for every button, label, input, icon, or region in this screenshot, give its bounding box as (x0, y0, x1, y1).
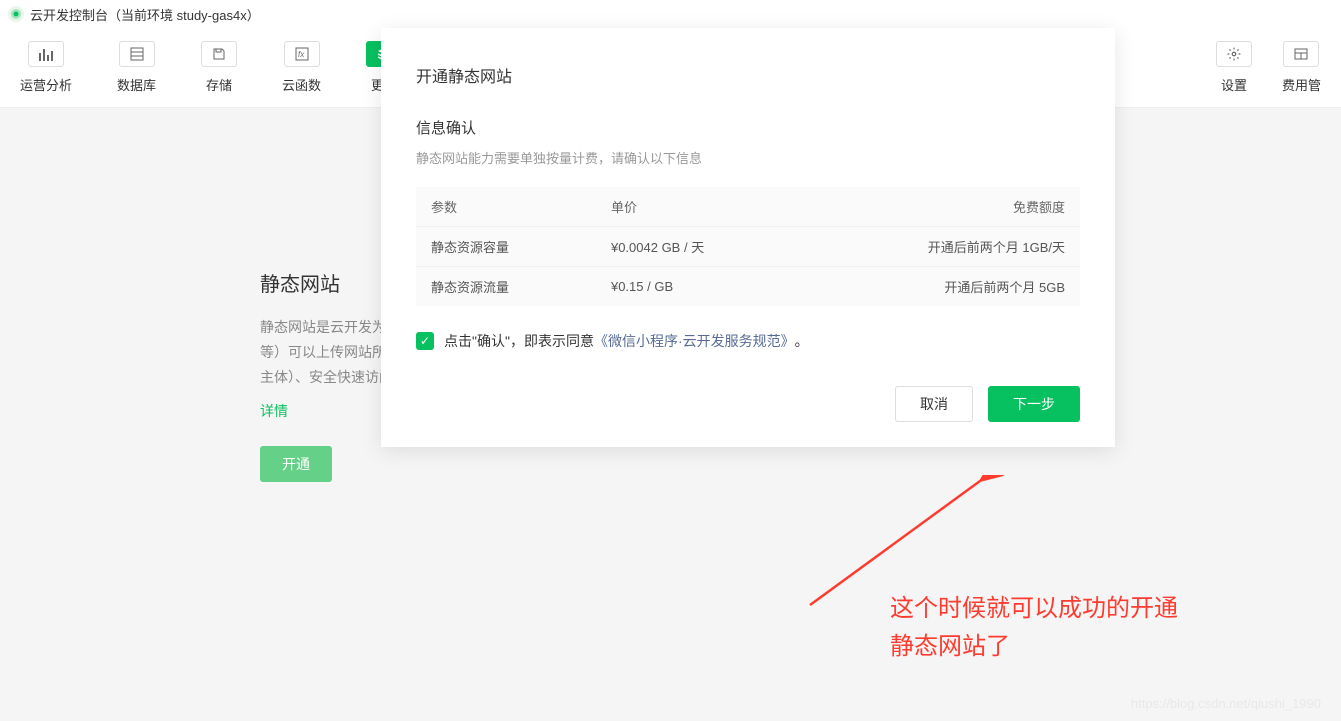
cell-param: 静态资源流量 (416, 267, 596, 307)
toolbar-label: 费用管 (1282, 75, 1321, 94)
table-row: 静态资源流量 ¥0.15 / GB 开通后前两个月 5GB (416, 267, 1080, 307)
cell-param: 静态资源容量 (416, 227, 596, 267)
consent-link[interactable]: 《微信小程序·云开发服务规范》 (594, 331, 795, 351)
modal-footer: 取消 下一步 (381, 371, 1115, 447)
gear-icon (1216, 41, 1252, 67)
toolbar-label: 设置 (1221, 75, 1247, 94)
watermark: https://blog.csdn.net/qiushi_1990 (1131, 696, 1321, 711)
svg-text:fx: fx (298, 50, 305, 59)
cell-price: ¥0.15 / GB (596, 267, 801, 307)
pricing-table: 参数 单价 免费额度 静态资源容量 ¥0.0042 GB / 天 开通后前两个月… (416, 187, 1080, 306)
bar-chart-icon (28, 41, 64, 67)
database-icon (119, 41, 155, 67)
consent-after: 。 (795, 331, 809, 351)
toolbar-label: 运营分析 (20, 75, 72, 94)
toolbar-database[interactable]: 数据库 (117, 41, 156, 94)
billing-icon (1283, 41, 1319, 67)
header-param: 参数 (416, 187, 596, 227)
modal-hint: 静态网站能力需要单独按量计费，请确认以下信息 (416, 148, 1080, 167)
title-bar: 云开发控制台（当前环境 study-gas4x） (0, 0, 1341, 28)
header-price: 单价 (596, 187, 801, 227)
toolbar-storage[interactable]: 存储 (201, 41, 237, 94)
consent-row: ✓ 点击"确认"，即表示同意 《微信小程序·云开发服务规范》 。 (416, 331, 1080, 351)
toolbar-functions[interactable]: fx 云函数 (282, 41, 321, 94)
table-row: 静态资源容量 ¥0.0042 GB / 天 开通后前两个月 1GB/天 (416, 227, 1080, 267)
toolbar-label: 云函数 (282, 75, 321, 94)
consent-checkbox[interactable]: ✓ (416, 332, 434, 350)
toolbar-settings[interactable]: 设置 (1216, 41, 1252, 94)
window-title: 云开发控制台（当前环境 study-gas4x） (30, 5, 260, 24)
modal-subtitle: 信息确认 (416, 117, 1080, 138)
toolbar-label: 存储 (206, 75, 232, 94)
toolbar-analytics[interactable]: 运营分析 (20, 41, 72, 94)
cell-price: ¥0.0042 GB / 天 (596, 227, 801, 267)
toolbar-label: 数据库 (117, 75, 156, 94)
consent-text: 点击"确认"，即表示同意 (444, 331, 594, 351)
function-icon: fx (284, 41, 320, 67)
toolbar-billing[interactable]: 费用管 (1282, 41, 1321, 94)
cell-free: 开通后前两个月 1GB/天 (801, 227, 1080, 267)
header-free: 免费额度 (801, 187, 1080, 227)
table-header-row: 参数 单价 免费额度 (416, 187, 1080, 227)
app-icon (8, 6, 24, 22)
modal-dialog: 开通静态网站 信息确认 静态网站能力需要单独按量计费，请确认以下信息 参数 单价… (381, 28, 1115, 447)
annotation-text: 这个时候就可以成功的开通 静态网站了 (890, 590, 1178, 667)
cancel-button[interactable]: 取消 (895, 386, 973, 422)
cell-free: 开通后前两个月 5GB (801, 267, 1080, 307)
modal-title: 开通静态网站 (416, 63, 1080, 87)
details-link[interactable]: 详情 (260, 401, 288, 421)
save-icon (201, 41, 237, 67)
open-button[interactable]: 开通 (260, 446, 332, 482)
next-button[interactable]: 下一步 (988, 386, 1080, 422)
